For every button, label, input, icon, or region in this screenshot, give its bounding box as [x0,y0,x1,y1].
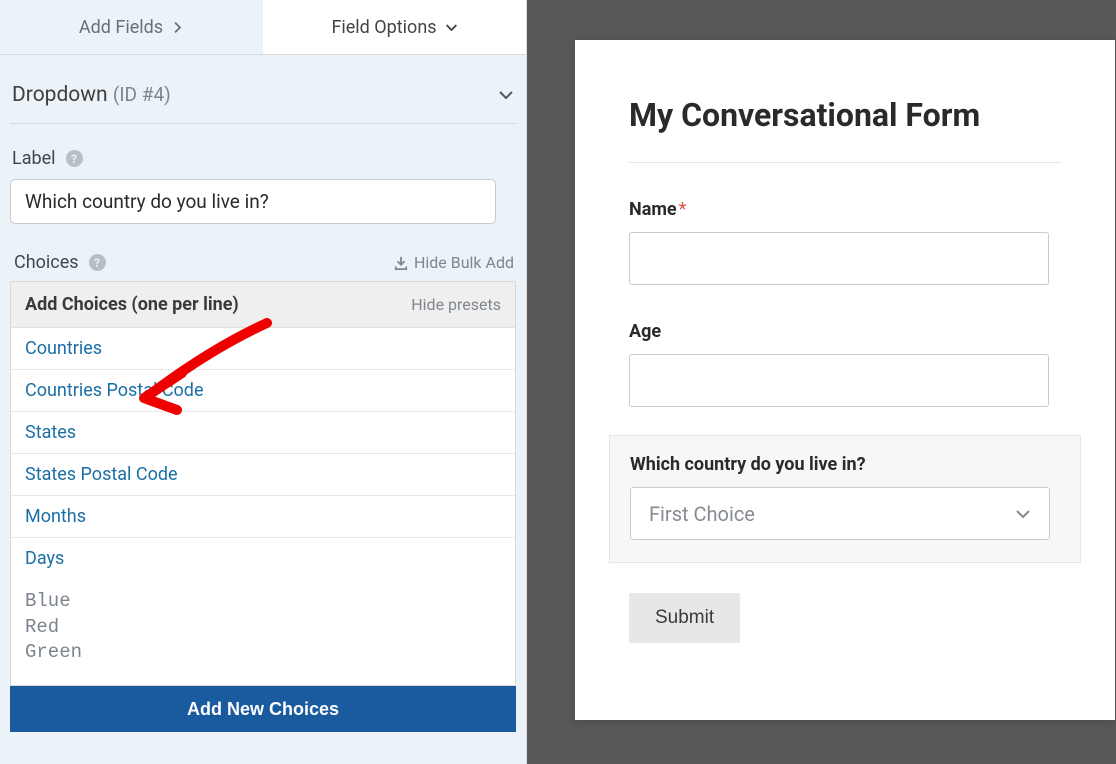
form-preview: My Conversational Form Name* Age Which c… [575,40,1115,720]
field-options-panel: Add Fields Field Options Dropdown (ID #4… [0,0,527,764]
name-field: Name* [629,199,1061,285]
add-choices-heading: Add Choices (one per line) [25,294,239,315]
hide-bulk-add-link[interactable]: Hide Bulk Add [394,253,514,272]
section-title: Dropdown (ID #4) [12,83,171,107]
country-label: Which country do you live in? [630,454,1060,475]
name-label-text: Name [629,199,677,220]
choices-heading-text: Choices [14,252,79,273]
preset-months[interactable]: Months [11,496,515,538]
country-field-wrap[interactable]: Which country do you live in? First Choi… [609,435,1081,563]
section-id: (ID #4) [113,83,171,106]
chevron-down-icon [445,21,458,34]
preset-countries-postal-code[interactable]: Countries Postal Code [11,370,515,412]
tab-label: Add Fields [79,17,163,38]
section-dropdown-header[interactable]: Dropdown (ID #4) [10,55,516,124]
divider [629,162,1061,163]
submit-button[interactable]: Submit [629,593,740,643]
name-label: Name* [629,199,1061,220]
label-input[interactable] [10,179,496,224]
name-input[interactable] [629,232,1049,285]
panel-tabs: Add Fields Field Options [0,0,526,55]
preset-countries[interactable]: Countries [11,328,515,370]
label-heading: Label ? [10,148,516,169]
preset-states-postal-code[interactable]: States Postal Code [11,454,515,496]
add-new-choices-button[interactable]: Add New Choices [10,686,516,732]
hide-presets-link[interactable]: Hide presets [411,295,501,314]
choices-box: Add Choices (one per line) Hide presets … [10,281,516,686]
help-icon[interactable]: ? [66,150,83,167]
choices-title-row: Add Choices (one per line) Hide presets [11,282,515,328]
required-mark: * [679,199,687,220]
panel-body: Dropdown (ID #4) Label ? Choices ? Hide … [0,55,526,764]
help-icon[interactable]: ? [89,254,106,271]
choices-header: Choices ? Hide Bulk Add [10,252,516,273]
choices-textarea[interactable] [11,579,515,681]
label-field-row: Label ? [10,124,516,224]
form-title: My Conversational Form [629,96,1061,134]
choices-heading: Choices ? [12,252,106,273]
chevron-right-icon [171,21,184,34]
chevron-down-icon [498,87,514,103]
section-title-text: Dropdown [12,83,108,107]
form-preview-area: My Conversational Form Name* Age Which c… [527,0,1116,764]
download-icon [394,256,408,270]
hide-bulk-text: Hide Bulk Add [414,253,514,272]
chevron-down-icon [1015,506,1031,522]
age-input[interactable] [629,354,1049,407]
tab-label: Field Options [331,17,436,38]
label-heading-text: Label [12,148,56,169]
age-field: Age [629,321,1061,407]
preset-states[interactable]: States [11,412,515,454]
age-label: Age [629,321,1061,342]
dropdown-value: First Choice [649,502,755,526]
preset-days[interactable]: Days [11,538,515,579]
country-dropdown[interactable]: First Choice [630,487,1050,540]
tab-add-fields[interactable]: Add Fields [0,0,263,54]
tab-field-options[interactable]: Field Options [263,0,526,54]
